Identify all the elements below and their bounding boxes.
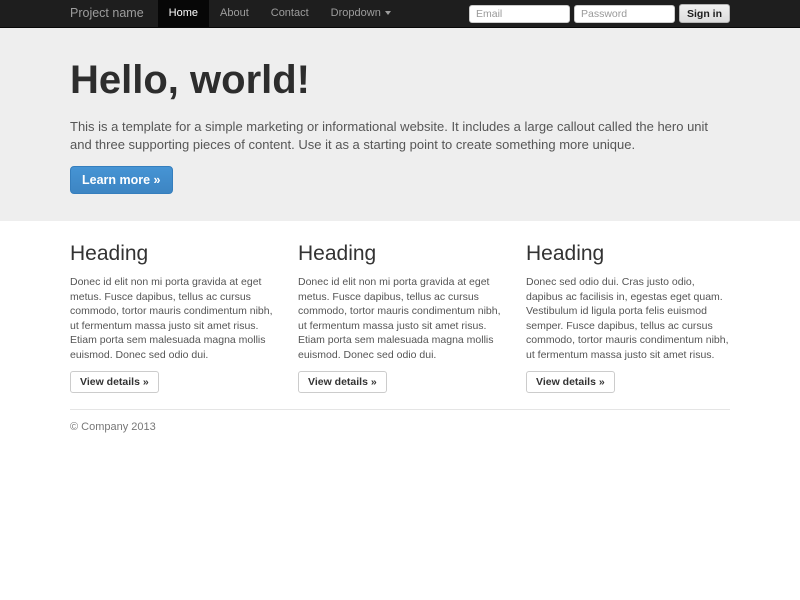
feature-column-2: Heading Donec id elit non mi porta gravi… (298, 238, 502, 393)
view-details-button-3[interactable]: View details » (526, 371, 615, 393)
column-body: Donec sed odio dui. Cras justo odio, dap… (526, 275, 730, 362)
view-details-button-2[interactable]: View details » (298, 371, 387, 393)
footer-divider (70, 409, 730, 410)
email-field[interactable] (469, 5, 570, 23)
feature-column-1: Heading Donec id elit non mi porta gravi… (70, 238, 274, 393)
signin-form: Sign in (469, 0, 730, 27)
navbar: Project name Home About Contact Dropdown… (0, 0, 800, 28)
column-body: Donec id elit non mi porta gravida at eg… (70, 275, 274, 362)
navbar-brand[interactable]: Project name (70, 0, 158, 27)
hero-description: This is a template for a simple marketin… (70, 118, 725, 154)
hero-title: Hello, world! (70, 58, 730, 103)
column-heading: Heading (70, 242, 274, 266)
column-body: Donec id elit non mi porta gravida at eg… (298, 275, 502, 362)
column-heading: Heading (298, 242, 502, 266)
main-content: Heading Donec id elit non mi porta gravi… (70, 238, 730, 433)
column-heading: Heading (526, 242, 730, 266)
nav-item-home[interactable]: Home (158, 0, 209, 27)
view-details-button-1[interactable]: View details » (70, 371, 159, 393)
feature-column-3: Heading Donec sed odio dui. Cras justo o… (526, 238, 730, 393)
nav-item-contact[interactable]: Contact (260, 0, 320, 27)
learn-more-button[interactable]: Learn more » (70, 166, 173, 194)
copyright-text: © Company 2013 (70, 421, 730, 433)
nav-item-about[interactable]: About (209, 0, 260, 27)
caret-down-icon (385, 11, 391, 15)
footer: © Company 2013 (70, 421, 730, 433)
navbar-menu: Home About Contact Dropdown (158, 0, 402, 27)
nav-item-dropdown[interactable]: Dropdown (320, 0, 402, 27)
nav-item-dropdown-label: Dropdown (331, 7, 381, 19)
sign-in-button[interactable]: Sign in (679, 4, 730, 23)
hero-unit: Hello, world! This is a template for a s… (0, 28, 800, 221)
password-field[interactable] (574, 5, 675, 23)
